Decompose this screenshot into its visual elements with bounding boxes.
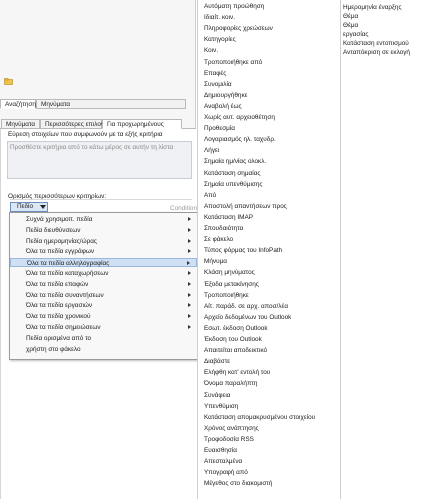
tab-more-options[interactable]: Περισσότερες επιλογές (40, 119, 110, 129)
field-menu-item-label: Πεδία διευθύνσεων (26, 226, 81, 234)
field-menu-item[interactable]: Πεδία διευθύνσεων (10, 226, 197, 235)
tab-advanced[interactable]: Για προχωρημένους (102, 119, 182, 129)
mail-field-item[interactable]: Από (198, 191, 341, 201)
chevron-right-icon (188, 325, 191, 329)
mail-field-item[interactable]: Διαβάστε (198, 357, 341, 367)
mail-field-item[interactable]: Κατηγορίες (198, 35, 341, 45)
top-tabstrip: Αναζήτηση Μηνύματα (0, 99, 196, 109)
mail-field-item[interactable]: Έκδοση του Outlook (198, 335, 341, 345)
mail-field-item[interactable]: Δημιουργήθηκε (198, 91, 341, 101)
mail-field-item[interactable]: Τροποποιήθηκε (198, 291, 341, 301)
field-menu-item[interactable]: Συχνά χρησιμοπ. πεδία (10, 215, 197, 224)
field-menu-item-label: Πεδία ορισμένα από το (26, 334, 92, 342)
field-menu-item[interactable]: Όλα τα πεδία σημειώσεων (10, 323, 197, 332)
field-menu-item[interactable]: Όλα τα πεδία χρονικού (10, 312, 197, 321)
field-menu-item[interactable]: Όλα τα πεδία εγγράφων (10, 247, 197, 256)
field-menu-item[interactable]: Όλα τα πεδία αλληλογραφίας (10, 258, 197, 268)
field-menu-item[interactable]: Όλα τα πεδία καταχωρήσεων (10, 269, 197, 278)
field-menu-item-label: Όλα τα πεδία συναντήσεων (26, 291, 104, 299)
mail-field-item[interactable]: Πληροφορίες χρεώσεων (198, 24, 341, 34)
tab-messages-options[interactable]: Μηνύματα (1, 119, 40, 129)
chevron-right-icon (188, 249, 191, 254)
mail-field-item[interactable]: Αναβολή έως (198, 102, 341, 112)
mail-field-item[interactable]: Αρχείο δεδομένων του Outlook (198, 313, 341, 323)
chevron-right-icon (188, 314, 191, 319)
field-menu-item[interactable]: Όλα τα πεδία επαφών (10, 280, 197, 289)
tab-messages[interactable]: Μηνύματα (36, 99, 186, 109)
mail-field-item[interactable]: Αποστολή απαντήσεων προς (198, 202, 341, 212)
chevron-right-icon (188, 238, 191, 243)
field-menu-item-label: χρήστη στο φάκελο (26, 345, 81, 353)
chevron-down-icon (40, 205, 46, 209)
mail-field-item[interactable]: Κατάσταση απομακρυσμένου στοιχείου (198, 413, 341, 423)
mail-field-item[interactable]: Συνομιλία (198, 80, 341, 90)
divider (10, 199, 192, 200)
mail-field-item[interactable]: Σημαία ημ/νίας ολοκλ. (198, 157, 341, 167)
tab-search[interactable]: Αναζήτηση (0, 99, 36, 109)
field-menu-item-label: Όλα τα πεδία σημειώσεων (26, 324, 101, 331)
chevron-right-icon (188, 217, 191, 221)
chevron-right-icon (188, 227, 191, 232)
field-menu-item-label: Όλα τα πεδία εργασιών (26, 302, 93, 310)
mail-field-item[interactable]: Επαφές (198, 69, 341, 79)
field-menu-item-label: Συχνά χρησιμοπ. πεδία (26, 216, 93, 223)
mail-field-item[interactable]: Ευαισθησία (198, 446, 341, 456)
mail-field-item[interactable]: Προθεσμία (198, 124, 341, 134)
chevron-right-icon (188, 303, 191, 308)
chevron-right-icon (188, 281, 191, 286)
mail-field-item[interactable]: Μέγεθος στο διακομιστή (198, 479, 341, 489)
field-menu-item[interactable]: Πεδία ορισμένα από το (10, 334, 197, 343)
field-category-menu: Συχνά χρησιμοπ. πεδία Πεδία διευθύνσεων Πε… (9, 212, 198, 360)
mail-field-item[interactable]: Σπουδαιότητα (198, 224, 341, 234)
find-criteria-label: Εύρεση στοιχείων που συμφωνούν με τα εξή… (8, 131, 163, 138)
mail-field-item[interactable]: Τύπος φόρμας του InfoPath (198, 246, 341, 256)
mail-field-item[interactable]: Χωρίς αυτ. αρχειοθέτηση (198, 113, 341, 123)
mail-field-item[interactable]: Ιδιαίτ. κοιν. (198, 13, 341, 23)
mail-field-item[interactable]: Τροφοδοσία RSS (198, 435, 341, 445)
mail-field-item[interactable]: Συνάφεια (198, 391, 341, 401)
mail-fields-menu: Αυτόματη προώθηση Ιδιαίτ. κοιν. Πληροφορίε… (197, 0, 341, 499)
mail-field-item[interactable]: Αυτόματη προώθηση (198, 2, 341, 12)
mail-field-item[interactable]: Απεσταλμένα (198, 457, 341, 467)
mail-field-item[interactable]: Όνομα παραλήπτη (198, 379, 341, 389)
chevron-right-icon (188, 271, 191, 275)
field-menu-item[interactable]: Όλα τα πεδία συναντήσεων (10, 291, 197, 300)
criteria-placeholder: Προσθέστε κριτήρια από το κάτω μέρος σε … (10, 144, 174, 151)
mail-field-item[interactable]: Ελήφθη κατ' εντολή του (198, 368, 341, 378)
mail-field-item[interactable]: Κατάσταση σημαίας (198, 169, 341, 179)
chevron-right-icon (187, 261, 190, 266)
mail-field-item[interactable]: Λογαριασμός ηλ. ταχυδρ. (198, 135, 341, 145)
field-button-label: Πεδίο (17, 203, 33, 210)
mail-field-item[interactable]: Κλάση μηνύματος (198, 268, 341, 278)
mail-field-item[interactable]: Λήγει (198, 146, 341, 156)
chevron-right-icon (188, 292, 191, 297)
mail-fields-menu-overflow: Ημερομηνία έναρξης Θέμα Θέμα εργασίας Κατάστ… (341, 0, 425, 60)
mail-field-item[interactable]: Έξοδα μετακίνησης (198, 280, 341, 290)
field-menu-item-label: Όλα τα πεδία καταχωρήσεων (26, 270, 109, 277)
mail-field-item[interactable]: Σε φάκελο (198, 235, 341, 245)
field-menu-item[interactable]: Όλα τα πεδία εργασιών (10, 301, 197, 310)
field-menu-item-label: Όλα τα πεδία επαφών (26, 280, 89, 288)
mail-field-item[interactable]: Αίτ. παράδ. σε αρχ. αποσ/λέα (198, 302, 341, 312)
field-menu-item-label: Όλα τα πεδία εγγράφων (26, 248, 95, 256)
mail-field-item[interactable]: Κοιν. (198, 46, 341, 56)
field-menu-item-label: Όλα τα πεδία χρονικού (26, 313, 91, 321)
mail-field-item[interactable]: Μήνυμα (198, 257, 341, 267)
field-menu-item-label: Πεδία ημερομηνίας/ώρας (26, 237, 97, 245)
field-menu-item[interactable]: χρήστη στο φάκελο (10, 345, 197, 354)
mail-field-item[interactable]: Απαιτείται αποδεικτικό (198, 346, 341, 356)
mail-field-item[interactable]: Εσωτ. έκδοση Outlook (198, 324, 341, 334)
field-menu-item-label: Όλα τα πεδία αλληλογραφίας (27, 260, 110, 268)
field-menu-item[interactable]: Πεδία ημερομηνίας/ώρας (10, 237, 197, 246)
mail-field-item[interactable]: Κατάσταση IMAP (198, 213, 341, 223)
mail-field-item[interactable]: Σημαία υπενθύμισης (198, 180, 341, 190)
mail-field-item[interactable]: Υπογραφή από (198, 468, 341, 478)
mail-field-item[interactable]: Χρόνος ανάπτησης (198, 424, 341, 434)
mail-field-item[interactable]: Ανταπόκριση σε εκλογή (341, 48, 425, 58)
mail-field-item[interactable]: Τροποποιήθηκε από (198, 58, 341, 68)
condition-label: Condition (170, 205, 198, 212)
mail-field-item[interactable]: Υπενθύμιση (198, 402, 341, 412)
folder-icon (4, 78, 13, 85)
options-tabstrip: Μηνύματα Περισσότερες επιλογές Για προχω… (0, 119, 196, 129)
